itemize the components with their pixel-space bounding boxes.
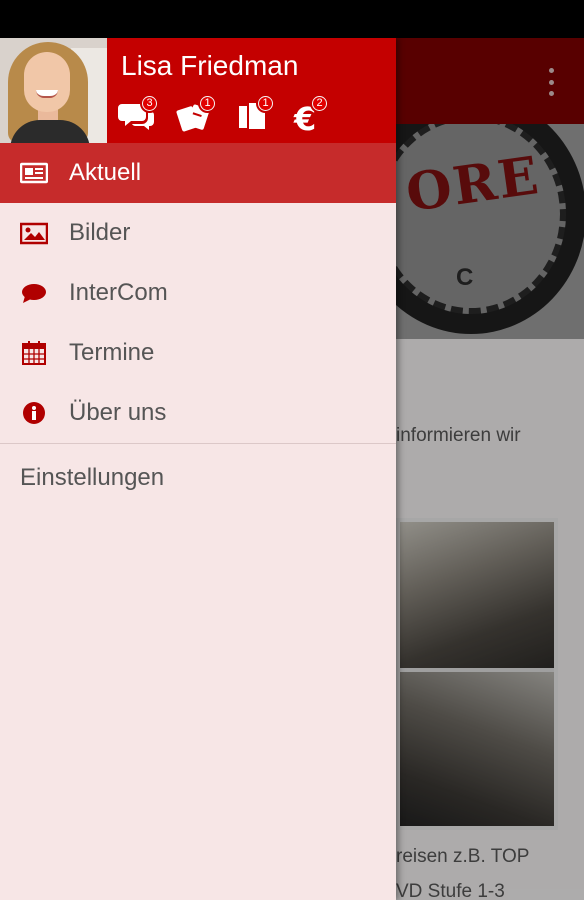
menu-item-label: Aktuell (69, 159, 142, 186)
image-icon (20, 222, 48, 245)
avatar[interactable] (0, 38, 107, 143)
menu-item-intercom[interactable]: InterCom (0, 263, 396, 323)
menu-item-aktuell[interactable]: Aktuell (0, 143, 396, 203)
menu-item-termine[interactable]: Termine (0, 323, 396, 383)
newspaper-icon (20, 162, 48, 184)
menu-item-bilder[interactable]: Bilder (0, 203, 396, 263)
menu-item-ueber-uns[interactable]: Über uns (0, 383, 396, 443)
calendar-icon (22, 341, 46, 365)
tickets-button[interactable]: 1 (176, 94, 217, 136)
drawer-header: Lisa Friedman 3 1 1 € 2 (0, 38, 396, 143)
navigation-drawer: Lisa Friedman 3 1 1 € 2 Aktuell Bilder I… (0, 38, 396, 900)
messages-button[interactable]: 3 (118, 94, 159, 136)
drawer-menu: Aktuell Bilder InterCom Termine Über uns… (0, 143, 396, 512)
documents-badge: 1 (256, 94, 275, 113)
chat-bubble-icon (22, 284, 46, 303)
menu-item-label: Termine (69, 339, 155, 366)
status-bar (0, 0, 584, 38)
payments-button[interactable]: € 2 (292, 94, 332, 136)
tickets-badge: 1 (198, 94, 217, 113)
documents-button[interactable]: 1 (236, 94, 276, 136)
menu-item-label: Über uns (69, 399, 167, 426)
menu-item-label: InterCom (69, 279, 168, 306)
user-name: Lisa Friedman (121, 50, 299, 81)
menu-item-label: Bilder (69, 219, 131, 246)
messages-badge: 3 (140, 94, 159, 113)
info-icon (23, 402, 45, 424)
menu-item-label: Einstellungen (20, 464, 165, 491)
payments-badge: 2 (310, 94, 329, 113)
menu-item-einstellungen[interactable]: Einstellungen (0, 444, 396, 512)
header-badge-icons: 3 1 1 € 2 (118, 94, 338, 136)
